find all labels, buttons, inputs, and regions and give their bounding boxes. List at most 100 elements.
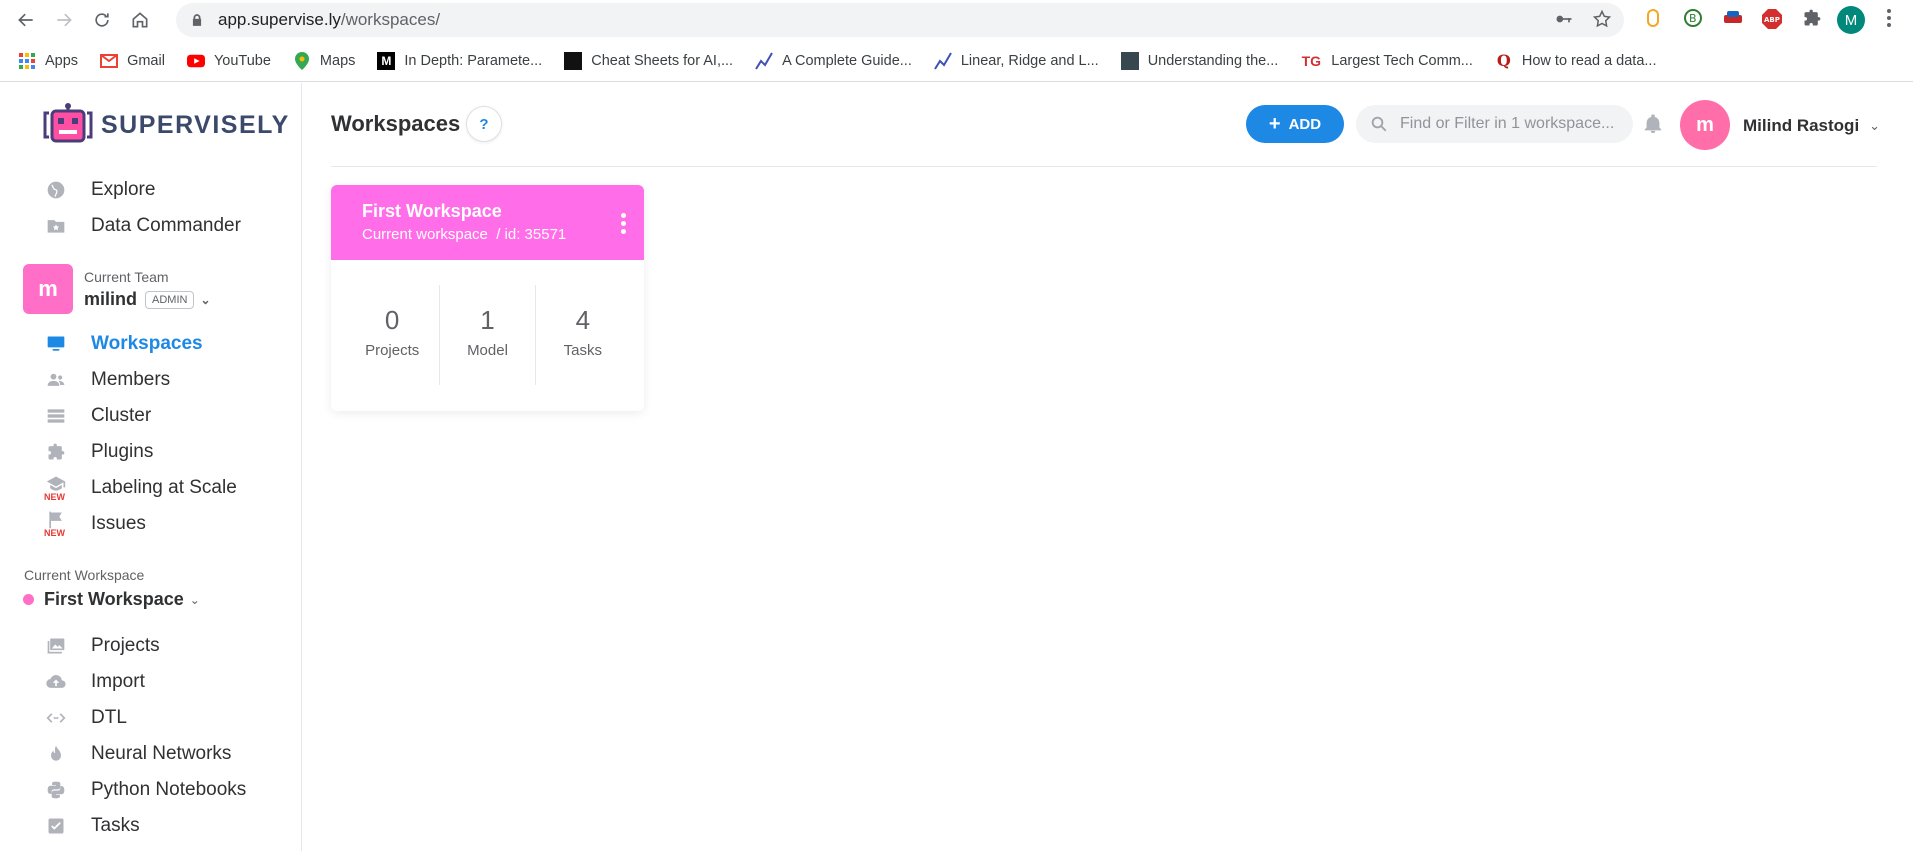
new-badge: NEW	[44, 528, 65, 538]
sidebar-item-tasks[interactable]: Tasks	[45, 815, 140, 837]
workspace-card-subtitle: Current workspace / id: 35571	[362, 226, 567, 243]
bookmark-cheat-sheets[interactable]: Cheat Sheets for AI,...	[564, 51, 733, 70]
bookmark-largest-tech[interactable]: TG Largest Tech Comm...	[1300, 52, 1473, 70]
stat-tasks[interactable]: 4 Tasks	[534, 285, 630, 385]
sidebar-item-workspaces[interactable]: Workspaces	[45, 333, 203, 355]
more-vertical-icon[interactable]	[620, 213, 626, 234]
user-name: Milind Rastogi	[1743, 116, 1860, 135]
chevron-down-icon: ⌄	[189, 592, 200, 607]
tg-icon: TG	[1301, 52, 1322, 69]
user-avatar[interactable]: m	[1680, 100, 1730, 150]
sidebar-item-cluster[interactable]: Cluster	[45, 405, 151, 427]
grammar-extension-icon[interactable]: B	[1683, 8, 1703, 28]
extension-icon[interactable]	[1643, 8, 1663, 28]
search-input[interactable]	[1400, 115, 1630, 133]
help-button[interactable]: ?	[466, 106, 502, 142]
chevron-down-icon: ⌄	[1869, 118, 1881, 133]
bookmark-maps[interactable]: Maps	[293, 51, 355, 70]
stat-projects[interactable]: 0 Projects	[345, 285, 439, 385]
notification-bell-icon[interactable]	[1642, 113, 1664, 140]
main-content: Workspaces ? + ADD m Milind Rastogi ⌄ Fi…	[303, 83, 1913, 851]
back-icon[interactable]	[10, 4, 42, 36]
sidebar-item-labeling-at-scale[interactable]: NEW Labeling at Scale	[44, 476, 237, 502]
browser-toolbar: app.supervise.ly/workspaces/ B ABP M	[0, 0, 1913, 40]
home-icon[interactable]	[124, 4, 156, 36]
new-badge: NEW	[44, 492, 65, 502]
user-menu[interactable]: Milind Rastogi ⌄	[1743, 116, 1880, 136]
flag-icon: NEW	[44, 511, 67, 538]
stat-label: Projects	[365, 342, 420, 359]
workspace-card-title: First Workspace	[362, 201, 502, 221]
workspace-selector[interactable]: First Workspace ⌄	[23, 589, 200, 610]
header-divider	[331, 166, 1877, 167]
chart-icon	[933, 51, 952, 70]
workspace-color-dot	[23, 594, 34, 605]
youtube-icon	[186, 52, 205, 70]
sidebar-item-explore[interactable]: Explore	[45, 179, 155, 201]
chart-icon	[755, 51, 773, 70]
bookmark-gmail[interactable]: Gmail	[100, 52, 165, 70]
workspace-name: First Workspace	[44, 589, 184, 609]
chevron-down-icon: ⌄	[200, 292, 211, 307]
bookmark-in-depth[interactable]: M In Depth: Paramete...	[377, 51, 542, 70]
profile-avatar[interactable]: M	[1837, 6, 1865, 34]
adblock-icon[interactable]: ABP	[1761, 8, 1783, 30]
search-box[interactable]	[1356, 105, 1633, 143]
robot-logo-icon	[43, 103, 93, 143]
kebab-menu-icon[interactable]	[1886, 8, 1892, 28]
cloud-upload-icon	[45, 672, 67, 692]
folder-star-icon	[45, 216, 67, 236]
plus-icon: +	[1268, 112, 1281, 135]
checkbox-icon	[45, 816, 67, 836]
sidebar-item-import[interactable]: Import	[45, 671, 145, 693]
supervisely-logo[interactable]: SUPERVISELY	[43, 103, 290, 147]
workspace-card-header[interactable]: First Workspace Current workspace / id: …	[331, 185, 644, 260]
sidebar-item-members[interactable]: Members	[45, 369, 170, 391]
current-workspace-caption: Current Workspace	[24, 567, 145, 583]
bookmark-linear-ridge[interactable]: Linear, Ridge and L...	[933, 51, 1099, 70]
forward-icon[interactable]	[48, 4, 80, 36]
team-avatar[interactable]: m	[23, 264, 73, 314]
server-icon	[45, 406, 67, 426]
flame-icon	[45, 744, 67, 764]
bookmark-how-to-read[interactable]: Q How to read a data...	[1495, 51, 1657, 70]
svg-text:ABP: ABP	[1764, 16, 1780, 24]
medium-icon: M	[377, 51, 396, 70]
graduation-cap-icon: NEW	[44, 476, 67, 502]
gmail-icon	[100, 52, 119, 70]
reload-icon[interactable]	[86, 4, 118, 36]
sidebar-item-python-notebooks[interactable]: Python Notebooks	[45, 779, 246, 801]
app-container: SUPERVISELY Explore Data Commander m Cur…	[0, 83, 1913, 851]
car-extension-icon[interactable]	[1722, 8, 1744, 28]
lock-icon	[192, 14, 202, 26]
sidebar-item-data-commander[interactable]: Data Commander	[45, 215, 241, 237]
sidebar-item-plugins[interactable]: Plugins	[45, 441, 153, 463]
bookmark-youtube[interactable]: YouTube	[186, 52, 271, 70]
maps-icon	[293, 51, 311, 70]
apps-grid-icon	[18, 52, 36, 70]
bookmark-understanding[interactable]: Understanding the...	[1120, 51, 1278, 70]
sidebar-item-projects[interactable]: Projects	[45, 635, 160, 657]
page-title: Workspaces	[331, 111, 461, 136]
address-bar[interactable]: app.supervise.ly/workspaces/	[176, 3, 1624, 37]
workspace-stats: 0 Projects 1 Model 4 Tasks	[345, 285, 630, 385]
sidebar-item-issues[interactable]: NEW Issues	[44, 511, 146, 538]
bookmark-apps[interactable]: Apps	[18, 52, 78, 70]
python-icon	[45, 780, 67, 800]
bookmark-complete-guide[interactable]: A Complete Guide...	[755, 51, 912, 70]
team-name: milind	[84, 289, 137, 309]
workspace-card[interactable]: First Workspace Current workspace / id: …	[331, 185, 644, 411]
stat-models[interactable]: 1 Model	[439, 285, 534, 385]
stat-label: Tasks	[563, 342, 602, 359]
key-icon[interactable]	[1554, 9, 1574, 29]
team-selector[interactable]: milind ADMIN ⌄	[84, 289, 211, 310]
puzzle-extensions-icon[interactable]	[1802, 8, 1822, 28]
monitor-icon	[45, 334, 67, 354]
cheatsheet-icon	[564, 51, 583, 70]
svg-text:B: B	[1689, 12, 1697, 25]
add-button[interactable]: + ADD	[1246, 105, 1344, 143]
bookmarks-bar: Apps Gmail YouTube Maps M In Depth: Param…	[0, 40, 1913, 82]
sidebar-item-neural-networks[interactable]: Neural Networks	[45, 743, 231, 765]
sidebar-item-dtl[interactable]: DTL	[45, 707, 127, 729]
star-icon[interactable]	[1592, 9, 1612, 29]
